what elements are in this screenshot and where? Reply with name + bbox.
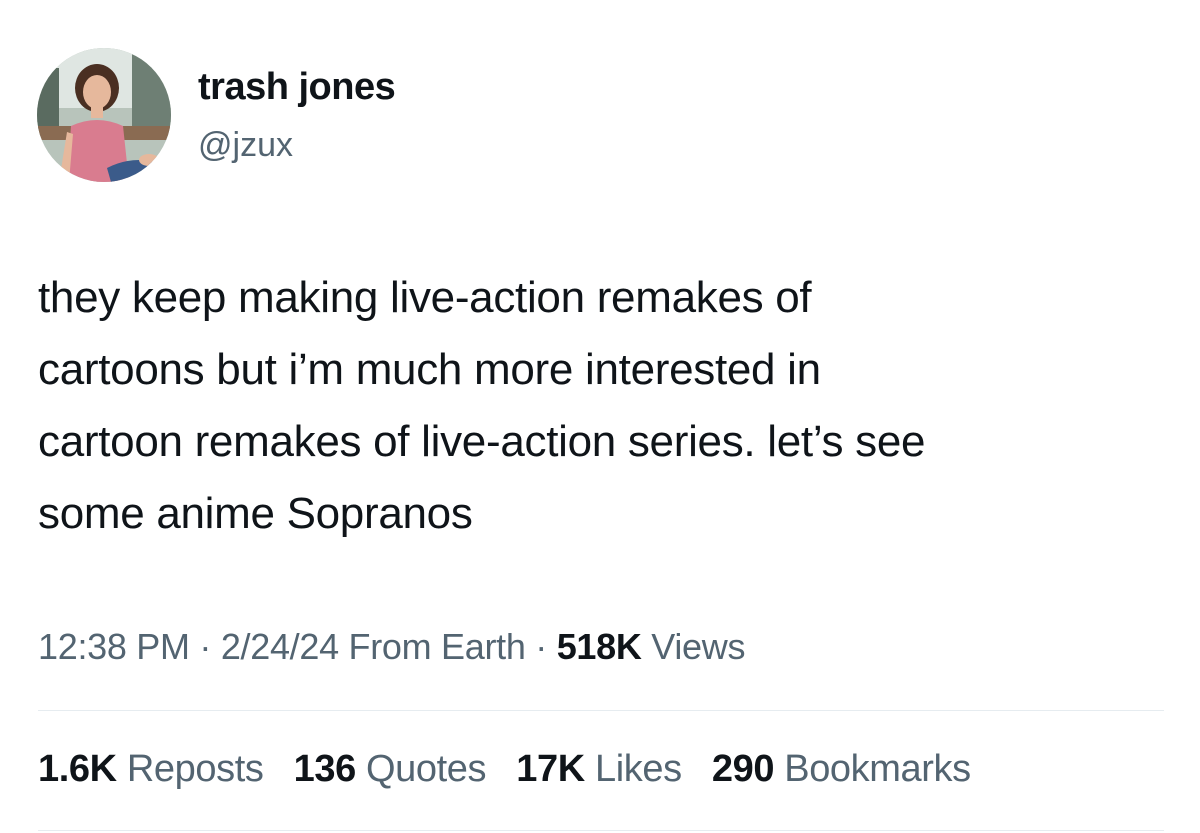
tweet-text: they keep making live-action remakes of … xyxy=(38,262,1158,550)
quotes-count: 136 xyxy=(293,748,357,790)
reposts-count: 1.6K xyxy=(38,748,117,790)
tweet-text-line: they keep making live-action remakes of xyxy=(38,273,812,322)
views-count: 518K xyxy=(556,626,642,667)
meta-separator: · xyxy=(199,626,212,667)
tweet-time[interactable]: 12:38 PM xyxy=(38,626,190,667)
engagement-stats: 1.6K Reposts 136 Quotes 17K Likes 290 Bo… xyxy=(38,748,991,791)
tweet-date[interactable]: 2/24/24 xyxy=(221,626,339,667)
bookmarks-count: 290 xyxy=(711,748,775,790)
tweet-text-line: cartoons but i’m much more interested in xyxy=(38,345,821,394)
likes-label: Likes xyxy=(594,748,682,790)
tweet-card: trash jones @jzux they keep making live-… xyxy=(0,0,1200,833)
tweet-meta: 12:38 PM · 2/24/24 From Earth · 518K Vie… xyxy=(38,626,745,668)
divider xyxy=(38,710,1164,711)
likes-stat[interactable]: 17K Likes xyxy=(516,748,682,790)
likes-count: 17K xyxy=(516,748,585,790)
reposts-label: Reposts xyxy=(126,748,264,790)
reposts-stat[interactable]: 1.6K Reposts xyxy=(38,748,264,790)
meta-separator: · xyxy=(535,626,547,667)
views-label: Views xyxy=(651,626,746,667)
bookmarks-stat[interactable]: 290 Bookmarks xyxy=(712,748,971,790)
tweet-source: From Earth xyxy=(348,626,526,667)
avatar[interactable] xyxy=(37,48,171,182)
tweet-text-line: cartoon remakes of live-action series. l… xyxy=(38,417,926,466)
author-display-name[interactable]: trash jones xyxy=(198,66,396,109)
author-handle[interactable]: @jzux xyxy=(198,126,293,165)
tweet-text-line: some anime Sopranos xyxy=(38,489,473,538)
quotes-label: Quotes xyxy=(366,748,487,790)
quotes-stat[interactable]: 136 Quotes xyxy=(294,748,487,790)
bookmarks-label: Bookmarks xyxy=(784,748,971,790)
avatar-photo xyxy=(37,48,171,182)
divider xyxy=(38,830,1164,831)
